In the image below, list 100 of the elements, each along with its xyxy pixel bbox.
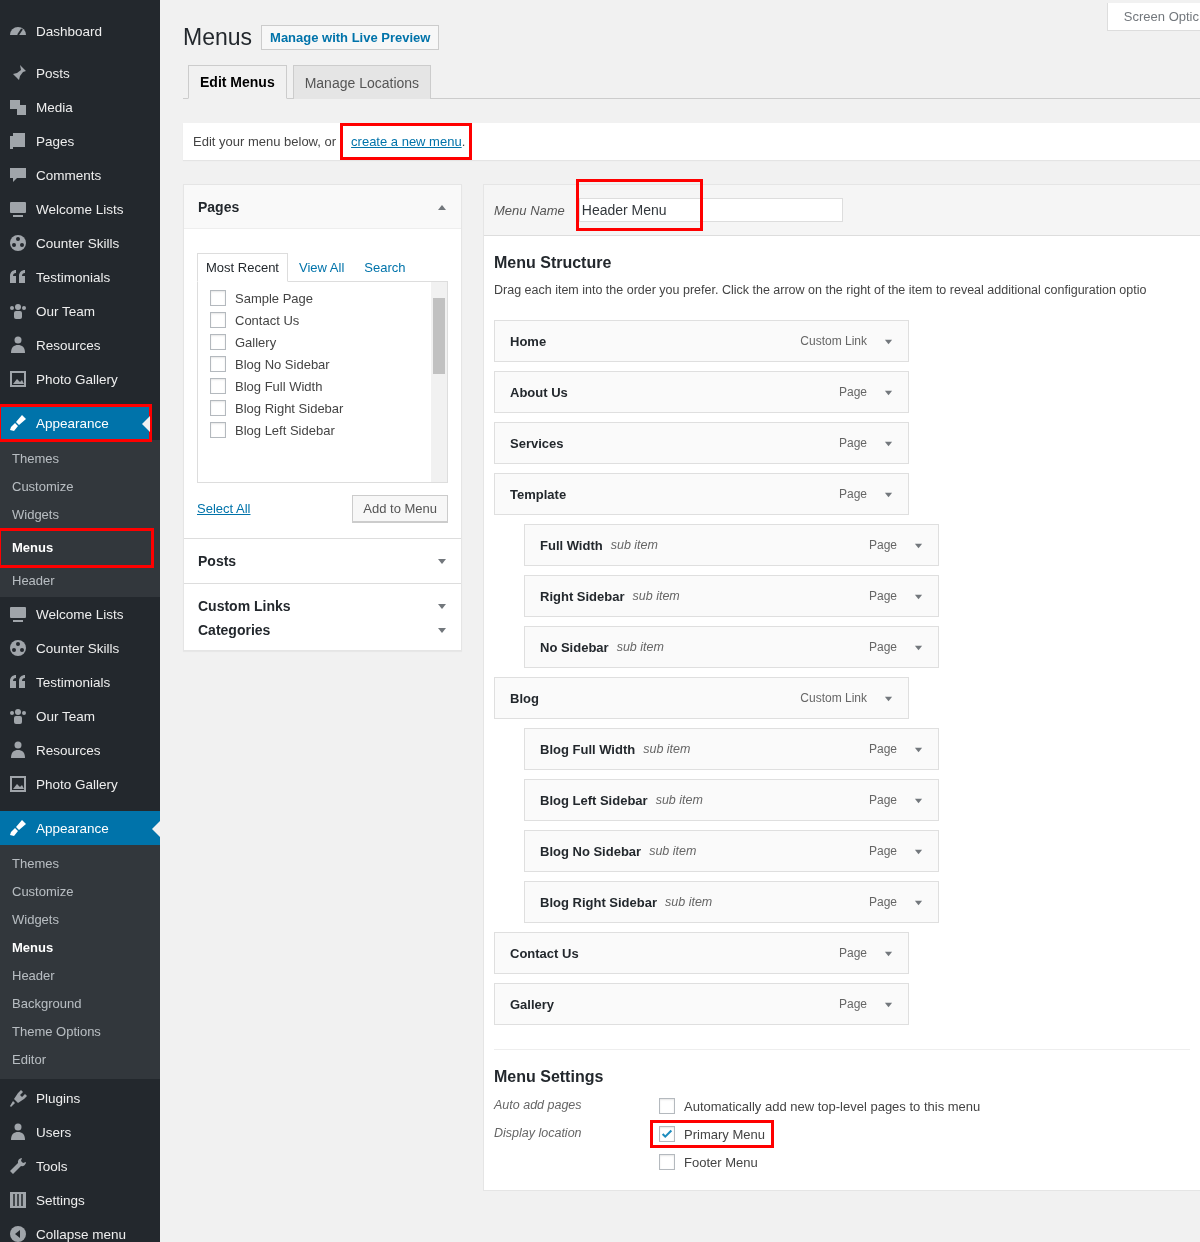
submenu-item[interactable]: Themes xyxy=(0,850,160,878)
menu-item-title: Full Width xyxy=(540,537,603,553)
sidebar-item[interactable]: Settings xyxy=(0,1183,160,1217)
sidebar-item[interactable]: Photo Gallery xyxy=(0,362,160,396)
scrollbar[interactable] xyxy=(431,282,447,482)
sidebar-item[interactable]: Welcome Lists xyxy=(0,192,160,226)
sidebar-item[interactable]: Media xyxy=(0,90,160,124)
page-option-label: Contact Us xyxy=(235,312,300,328)
select-all-link[interactable]: Select All xyxy=(197,501,251,516)
screen-options-tab[interactable]: Screen Optic xyxy=(1106,3,1200,31)
submenu-item[interactable]: Menus xyxy=(0,530,152,566)
checkbox[interactable] xyxy=(210,400,226,416)
menu-item-title: Services xyxy=(510,435,564,451)
menu-item-bar[interactable]: Right Sidebar sub item Page xyxy=(524,575,939,617)
menu-item-bar[interactable]: Blog Left Sidebar sub item Page xyxy=(524,779,939,821)
sidebar-item[interactable]: Resources xyxy=(0,733,160,767)
menu-item-bar[interactable]: No Sidebar sub item Page xyxy=(524,626,939,668)
panel-tab[interactable]: View All xyxy=(290,253,354,282)
menu-item-title: Gallery xyxy=(510,996,555,1012)
submenu-item[interactable]: Widgets xyxy=(0,501,160,529)
submenu-item[interactable]: Header xyxy=(0,962,160,990)
sub-item-note: sub item xyxy=(655,793,703,807)
sidebar-item[interactable]: Collapse menu xyxy=(0,1217,160,1242)
panel-tab[interactable]: Most Recent xyxy=(197,253,288,282)
sidebar-item[interactable]: Comments xyxy=(0,158,160,192)
speech-bubble-icon xyxy=(8,165,28,185)
checkbox[interactable] xyxy=(210,312,226,328)
menu-item-bar[interactable]: Blog Right Sidebar sub item Page xyxy=(524,881,939,923)
submenu-item[interactable]: Customize xyxy=(0,473,160,501)
sidebar-item[interactable]: Our Team xyxy=(0,294,160,328)
option-label: Footer Menu xyxy=(684,1154,758,1170)
sidebar-item[interactable]: Posts xyxy=(0,56,160,90)
item-type-label: Page xyxy=(838,946,867,960)
page-option-label: Blog Full Width xyxy=(235,378,323,394)
expand-arrow-icon[interactable] xyxy=(437,601,447,611)
panel-tab[interactable]: Search xyxy=(355,253,415,282)
reel-icon xyxy=(8,233,28,253)
menu-item-bar[interactable]: Full Width sub item Page xyxy=(524,524,939,566)
sidebar-item[interactable]: Counter Skills xyxy=(0,226,160,260)
item-type-label: Page xyxy=(868,640,897,654)
checkbox[interactable] xyxy=(210,356,226,372)
submenu-item[interactable]: Header xyxy=(0,567,160,595)
menu-item-bar[interactable]: Blog Custom Link xyxy=(494,677,909,719)
item-type-label: Page xyxy=(838,436,867,450)
expand-arrow-icon[interactable] xyxy=(437,625,447,635)
panel-title[interactable]: Custom Links xyxy=(198,598,291,614)
checkbox[interactable] xyxy=(210,422,226,438)
menu-item-title: No Sidebar xyxy=(540,639,609,655)
submenu-item[interactable]: Themes xyxy=(0,445,160,473)
submenu-item[interactable]: Theme Options xyxy=(0,1018,160,1046)
checkbox[interactable] xyxy=(659,1154,675,1170)
item-type-label: Page xyxy=(868,895,897,909)
sidebar-item[interactable]: Testimonials xyxy=(0,665,160,699)
sidebar-item[interactable]: Dashboard xyxy=(0,14,160,48)
nav-tab[interactable]: Edit Menus xyxy=(188,65,287,99)
sidebar-item[interactable]: Appearance xyxy=(0,406,150,440)
menu-item-title: Contact Us xyxy=(510,945,579,961)
menu-item-bar[interactable]: Contact Us Page xyxy=(494,932,909,974)
nav-tab[interactable]: Manage Locations xyxy=(292,65,432,99)
submenu-item[interactable]: Widgets xyxy=(0,906,160,934)
pages-icon xyxy=(8,131,28,151)
page-option-label: Blog Left Sidebar xyxy=(235,422,335,438)
submenu-item[interactable]: Background xyxy=(0,990,160,1018)
sidebar-item[interactable]: Tools xyxy=(0,1149,160,1183)
page-title: Menus xyxy=(183,24,253,51)
sidebar-item[interactable]: Our Team xyxy=(0,699,160,733)
sidebar-item[interactable]: Users xyxy=(0,1115,160,1149)
menu-item-bar[interactable]: Blog Full Width sub item Page xyxy=(524,728,939,770)
menu-item-bar[interactable]: Services Page xyxy=(494,422,909,464)
checkbox[interactable] xyxy=(210,378,226,394)
sub-item-note: sub item xyxy=(649,844,697,858)
expand-arrow-icon[interactable] xyxy=(437,556,447,566)
sidebar-item[interactable]: Plugins xyxy=(0,1081,160,1115)
sidebar-item[interactable]: Resources xyxy=(0,328,160,362)
checkbox[interactable] xyxy=(210,334,226,350)
panel-title[interactable]: Posts xyxy=(198,553,237,569)
menu-item-bar[interactable]: Template Page xyxy=(494,473,909,515)
live-preview-button[interactable]: Manage with Live Preview xyxy=(261,25,440,50)
sidebar-item[interactable]: Testimonials xyxy=(0,260,160,294)
checkbox[interactable] xyxy=(659,1126,675,1142)
checkbox[interactable] xyxy=(210,290,226,306)
menu-item-bar[interactable]: Blog No Sidebar sub item Page xyxy=(524,830,939,872)
sidebar-item[interactable]: Pages xyxy=(0,124,160,158)
add-to-menu-button[interactable]: Add to Menu xyxy=(352,495,448,522)
menu-item-bar[interactable]: Home Custom Link xyxy=(494,320,909,362)
submenu-item[interactable]: Menus xyxy=(0,934,160,962)
sidebar-item[interactable]: Welcome Lists xyxy=(0,597,160,631)
menu-name-field[interactable]: Header Menu xyxy=(578,198,843,222)
sidebar-item[interactable]: Photo Gallery xyxy=(0,767,160,801)
menu-item-bar[interactable]: Gallery Page xyxy=(494,983,909,1025)
submenu-item[interactable]: Editor xyxy=(0,1046,160,1074)
submenu-item[interactable]: Customize xyxy=(0,878,160,906)
checkbox[interactable] xyxy=(659,1098,675,1114)
panel-title[interactable]: Categories xyxy=(198,622,271,638)
item-type-label: Page xyxy=(868,538,897,552)
sidebar-item[interactable]: Appearance xyxy=(0,811,160,845)
menu-item-bar[interactable]: About Us Page xyxy=(494,371,909,413)
option-label: Primary Menu xyxy=(684,1126,765,1142)
create-menu-link[interactable]: create a new menu xyxy=(351,134,462,149)
sidebar-item[interactable]: Counter Skills xyxy=(0,631,160,665)
